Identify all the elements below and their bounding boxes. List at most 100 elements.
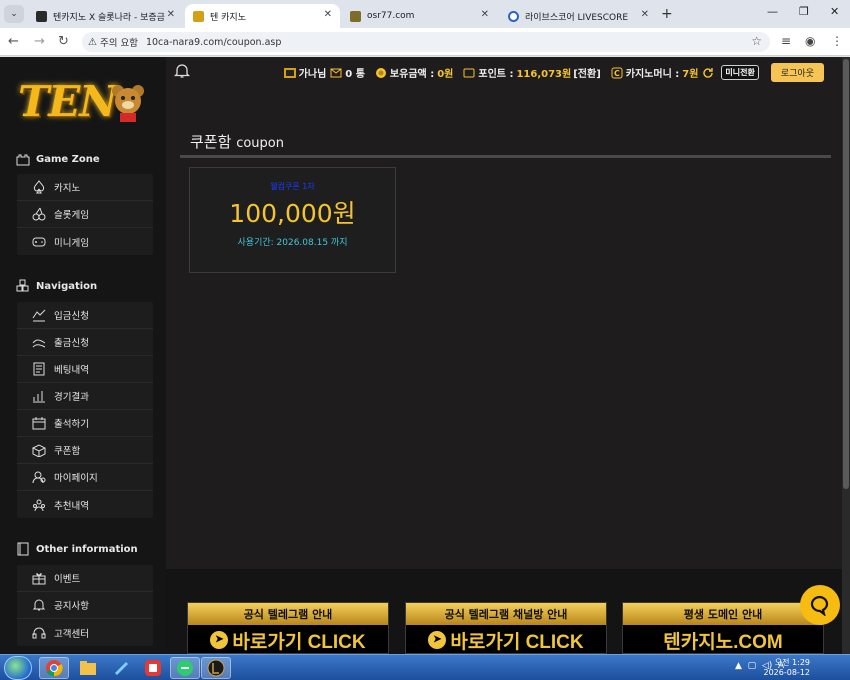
sidebar-item-customer-center[interactable]: 고객센터 xyxy=(17,619,153,646)
sidebar-item-attendance[interactable]: 출석하기 xyxy=(17,410,153,437)
sidebar-item-minigame[interactable]: 미니게임 xyxy=(17,228,153,255)
sidebar-item-deposit[interactable]: 입금신청 xyxy=(17,302,153,329)
section-game-zone: Game Zone xyxy=(16,152,100,166)
back-button[interactable]: ← xyxy=(8,34,19,49)
scrollbar-thumb[interactable] xyxy=(843,59,849,489)
browser-menu-icon[interactable]: ⋮ xyxy=(831,34,843,48)
coupon-name: 웰컴쿠폰 1차 xyxy=(270,182,315,191)
sidebar: TEN Game Zone 카지노 슬롯게임 미니게임 Navigation 입… xyxy=(0,57,166,654)
sidebar-item-casino[interactable]: 카지노 xyxy=(17,174,153,201)
tab-ten-casino[interactable]: 텐 카지노 ✕ xyxy=(185,4,340,28)
menu-label: 입금신청 xyxy=(54,311,89,322)
reload-button[interactable]: ↻ xyxy=(58,34,69,49)
mini-convert-button[interactable]: 미니전환 xyxy=(721,65,759,80)
gift-icon xyxy=(32,573,46,585)
telegram-channel-banner[interactable]: 공식 텔레그램 채널방 안내 ➤ 바로가기 CLICK xyxy=(405,602,607,654)
tab-osr77[interactable]: osr77.com ✕ xyxy=(342,4,497,28)
tab-search-button[interactable]: ⌄ xyxy=(4,5,24,23)
tab-livescore[interactable]: 라이브스코어 LIVESCORE ✕ xyxy=(500,4,657,28)
sidebar-item-notice[interactable]: 공지사항 xyxy=(17,592,153,619)
start-button[interactable] xyxy=(4,656,32,680)
security-indicator[interactable]: ⚠ 주의 요함 xyxy=(88,35,146,50)
cubes-icon xyxy=(16,279,29,292)
telegram-banner[interactable]: 공식 텔레그램 안내 ➤ 바로가기 CLICK xyxy=(187,602,389,654)
section-title: Other information xyxy=(36,543,138,555)
close-tab-icon[interactable]: ✕ xyxy=(324,9,332,20)
telegram-icon: ➤ xyxy=(428,631,447,649)
minimize-button[interactable]: — xyxy=(767,5,778,18)
coupon-amount: 100,000원 xyxy=(229,199,356,228)
svg-text:C: C xyxy=(614,69,620,78)
app-taskbar-icon[interactable] xyxy=(106,657,136,679)
page-scrollbar[interactable] xyxy=(842,57,850,654)
tab-label: 텐카지노 X 슬롯나라 - 보증금 xyxy=(53,12,165,23)
chrome-taskbar-icon[interactable] xyxy=(39,657,69,679)
castle-icon xyxy=(16,154,30,166)
app-green-taskbar-icon[interactable] xyxy=(170,657,200,679)
messages-segment[interactable]: 0 통 xyxy=(330,65,365,80)
gift-box-icon xyxy=(32,444,46,457)
wallet-icon xyxy=(463,68,475,77)
sidebar-item-referral[interactable]: 추천내역 xyxy=(17,491,153,518)
section-navigation: Navigation xyxy=(16,279,97,293)
red-app-icon xyxy=(145,660,161,676)
sidebar-item-mypage[interactable]: 마이페이지 xyxy=(17,464,153,491)
explorer-taskbar-icon[interactable] xyxy=(73,657,103,679)
banner-title: 평생 도메인 안내 xyxy=(623,603,823,625)
sidebar-item-betting-history[interactable]: 베팅내역 xyxy=(17,356,153,383)
menu-label: 미니게임 xyxy=(54,237,89,249)
notification-bell-icon[interactable] xyxy=(174,63,190,79)
tab-label: 텐 카지노 xyxy=(210,12,246,23)
sidebar-item-game-results[interactable]: 경기결과 xyxy=(17,383,153,410)
sidebar-item-withdraw[interactable]: 출금신청 xyxy=(17,329,153,356)
navigation-menu: 입금신청 출금신청 베팅내역 경기결과 출석하기 쿠폰함 마이페이지 추천내역 xyxy=(17,302,153,518)
balance-segment: 보유금액 : 0원 xyxy=(375,65,453,80)
chat-support-button[interactable] xyxy=(800,585,840,625)
new-tab-button[interactable]: + xyxy=(661,6,673,22)
site-logo[interactable]: TEN xyxy=(18,77,148,131)
close-tab-icon[interactable]: ✕ xyxy=(641,9,649,20)
gamepad-icon xyxy=(32,237,46,246)
sidebar-item-slot[interactable]: 슬롯게임 xyxy=(17,201,153,228)
refresh-icon[interactable] xyxy=(702,67,714,79)
section-other-information: Other information xyxy=(16,542,138,556)
telegram-icon: ➤ xyxy=(210,631,229,649)
close-tab-icon[interactable]: ✕ xyxy=(167,9,175,20)
banner-cta: 바로가기 CLICK xyxy=(232,631,366,653)
forward-button[interactable]: → xyxy=(34,34,45,49)
windows-taskbar: ▲ ▢ ◁) A 오전 1:29 2026-08-12 xyxy=(0,654,850,680)
profile-icon[interactable]: ◉ xyxy=(805,34,815,48)
game-client-icon xyxy=(207,659,225,677)
league-taskbar-icon[interactable] xyxy=(201,657,231,679)
clock-date: 2026-08-12 xyxy=(763,668,811,677)
banner-title: 공식 텔레그램 채널방 안내 xyxy=(406,603,606,625)
tab-tenkasino-slotnara[interactable]: 텐카지노 X 슬롯나라 - 보증금 ✕ xyxy=(28,4,183,28)
bookmark-star-icon[interactable]: ☆ xyxy=(751,34,762,48)
message-count: 0 통 xyxy=(345,69,365,80)
maximize-button[interactable]: ❐ xyxy=(799,5,809,18)
casino-money-label: 카지노머니 : xyxy=(625,69,680,80)
close-window-button[interactable]: ✕ xyxy=(830,5,839,18)
user-name-segment: 가나님 xyxy=(283,65,326,80)
points-label: 포인트 : xyxy=(478,69,514,80)
media-control-icon[interactable]: ≡ xyxy=(781,34,791,48)
address-bar[interactable]: ⚠ 주의 요함 10ca-nara9.com/coupon.asp ☆ xyxy=(82,32,770,52)
sidebar-item-coupon[interactable]: 쿠폰함 xyxy=(17,437,153,464)
chat-bubble-icon xyxy=(810,595,829,616)
users-icon xyxy=(33,499,45,511)
clock[interactable]: 오전 1:29 2026-08-12 xyxy=(764,658,811,678)
convert-points-button[interactable]: [전환] xyxy=(573,65,601,80)
coupon-card[interactable]: 웰컴쿠폰 1차 100,000원 사용기간: 2026.08.15 까지 xyxy=(189,167,396,273)
menu-label: 출석하기 xyxy=(54,419,89,430)
site-favicon-icon xyxy=(36,10,47,22)
page-title-ko: 쿠폰함 xyxy=(190,133,232,151)
domain-banner[interactable]: 평생 도메인 안내 텐카지노.COM xyxy=(622,602,824,654)
bell-icon xyxy=(32,599,46,611)
logout-button[interactable]: 로그아웃 xyxy=(770,63,824,82)
close-tab-icon[interactable]: ✕ xyxy=(481,9,489,20)
withdraw-icon xyxy=(32,339,46,348)
page-title-en: coupon xyxy=(236,136,284,151)
app-red-taskbar-icon[interactable] xyxy=(138,657,168,679)
sidebar-item-event[interactable]: 이벤트 xyxy=(17,565,153,592)
chip-icon: C xyxy=(611,67,623,78)
